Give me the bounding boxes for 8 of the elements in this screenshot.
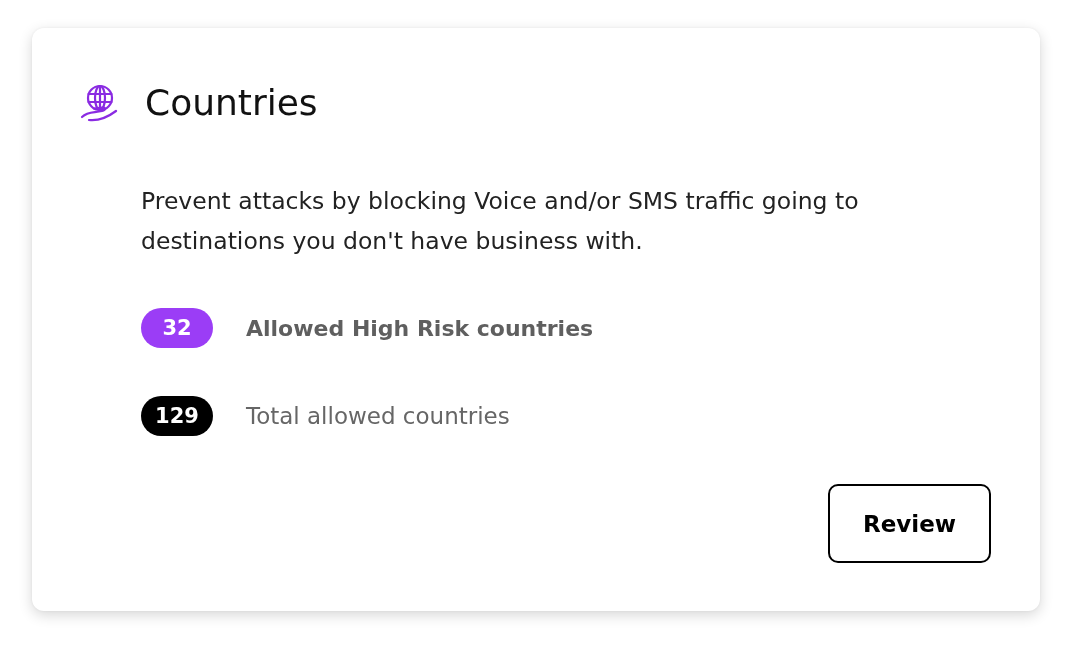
card-title: Countries [145,84,318,122]
count-badge: 32 [141,308,213,348]
review-button[interactable]: Review [828,484,991,563]
card-description: Prevent attacks by blocking Voice and/or SMS traffic going to destinations you don't have business with. [141,186,860,257]
stat-label: Total allowed countries [246,403,510,429]
count-badge: 129 [141,396,213,436]
stat-label: Allowed High Risk countries [246,315,594,341]
globe-in-hand-icon [80,84,118,122]
